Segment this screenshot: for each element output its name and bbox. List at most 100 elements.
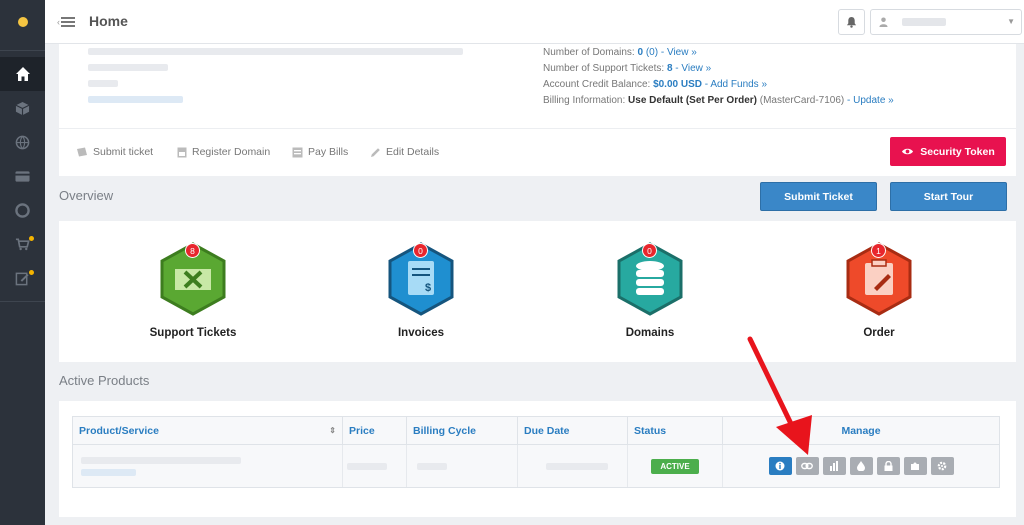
divider — [59, 128, 1016, 129]
order-tile[interactable]: 1 Order — [809, 241, 949, 339]
home-icon — [15, 67, 30, 81]
globe-icon — [15, 135, 30, 149]
droplet-icon — [857, 461, 865, 471]
hamburger-icon — [61, 17, 75, 27]
info-icon — [775, 461, 785, 471]
column-header-due-date[interactable]: Due Date — [518, 417, 628, 444]
topbar: ‹ Home ▼ — [45, 0, 1024, 44]
redacted-text — [88, 80, 118, 87]
gear-icon — [937, 461, 947, 471]
column-header-status[interactable]: Status — [628, 417, 723, 444]
edit-details-link[interactable]: Edit Details — [370, 146, 439, 158]
sidebar-item-billing[interactable] — [0, 159, 45, 193]
submit-ticket-button[interactable]: Submit Ticket — [760, 182, 877, 211]
ticket-icon — [77, 147, 87, 157]
sidebar-item-support[interactable] — [0, 193, 45, 227]
sidebar-item-domains[interactable] — [0, 125, 45, 159]
menu-toggle-button[interactable]: ‹ — [57, 14, 77, 30]
tickets-count-info: Number of Support Tickets: 8 - View » — [543, 63, 712, 74]
add-funds-link[interactable]: - Add Funds » — [705, 79, 767, 90]
stats-button[interactable] — [822, 457, 846, 475]
column-header-product[interactable]: Product/Service ⇕ — [73, 417, 343, 444]
products-table: Product/Service ⇕ Price Billing Cycle Du… — [72, 416, 1000, 488]
lifebuoy-icon — [15, 202, 30, 218]
submit-ticket-link[interactable]: Submit ticket — [76, 146, 153, 158]
billing-cycle-cell — [407, 445, 518, 487]
sidebar-item-services[interactable] — [0, 91, 45, 125]
status-badge: ACTIVE — [651, 458, 699, 474]
redacted-text — [88, 64, 168, 71]
start-tour-button[interactable]: Start Tour — [890, 182, 1007, 211]
active-products-card: Product/Service ⇕ Price Billing Cycle Du… — [59, 401, 1016, 517]
order-count-badge: 1 — [871, 243, 886, 258]
column-header-price[interactable]: Price — [343, 417, 407, 444]
svg-text:$: $ — [425, 282, 431, 294]
tile-label: Invoices — [397, 327, 445, 339]
cube-icon — [15, 101, 30, 115]
register-domain-link[interactable]: Register Domain — [177, 146, 270, 158]
cart-icon — [15, 238, 30, 251]
status-cell: ACTIVE — [628, 445, 723, 487]
redacted-text — [347, 463, 387, 470]
eye-icon — [902, 148, 914, 155]
new-indicator — [29, 270, 34, 275]
lock-icon — [884, 461, 892, 471]
link-icon — [801, 462, 813, 470]
sort-icon: ⇕ — [329, 426, 336, 435]
invoices-count-badge: 0 — [413, 243, 428, 258]
redacted-text — [417, 463, 447, 470]
security-token-button[interactable]: Security Token — [890, 137, 1006, 166]
domains-count-badge: 0 — [642, 243, 657, 258]
domains-tile[interactable]: 0 Domains — [580, 241, 720, 339]
redacted-text — [88, 96, 183, 103]
tile-label: Domains — [625, 327, 675, 339]
credit-balance-info: Account Credit Balance: $0.00 USD - Add … — [543, 79, 768, 90]
notifications-button[interactable] — [838, 9, 865, 35]
sidebar-divider — [0, 50, 45, 51]
sidebar — [0, 0, 45, 525]
sidebar-item-home[interactable] — [0, 57, 45, 91]
logo[interactable] — [0, 0, 45, 44]
username-redacted — [902, 18, 946, 26]
user-icon — [879, 17, 888, 27]
due-date-cell — [518, 445, 628, 487]
update-billing-link[interactable]: - Update » — [847, 95, 894, 106]
bar-chart-icon — [830, 461, 838, 471]
settings-button[interactable] — [930, 457, 954, 475]
redacted-text — [81, 457, 241, 464]
new-indicator — [29, 236, 34, 241]
tickets-count-badge: 8 — [185, 243, 200, 258]
sidebar-item-orders[interactable] — [0, 261, 45, 295]
billing-info: Billing Information: Use Default (Set Pe… — [543, 95, 894, 106]
tile-label: Support Tickets — [149, 327, 237, 339]
addons-button[interactable] — [903, 457, 927, 475]
account-summary-card: Number of Domains: 0 (0) - View » Number… — [59, 44, 1016, 176]
page-title: Home — [89, 13, 128, 29]
table-header: Product/Service ⇕ Price Billing Cycle Du… — [73, 417, 999, 445]
redacted-text — [88, 48, 463, 55]
active-products-heading: Active Products — [59, 373, 150, 388]
puzzle-icon — [911, 462, 919, 470]
support-tickets-tile[interactable]: 8 Support Tickets — [123, 241, 263, 339]
sidebar-item-store[interactable] — [0, 227, 45, 261]
edit-note-icon — [15, 272, 29, 285]
table-row[interactable]: ACTIVE — [73, 445, 999, 487]
view-tickets-link[interactable]: - View » — [675, 63, 711, 74]
resource-button[interactable] — [849, 457, 873, 475]
user-menu-button[interactable]: ▼ — [870, 9, 1022, 35]
chevron-down-icon: ▼ — [1007, 17, 1015, 26]
domains-count-info: Number of Domains: 0 (0) - View » — [543, 47, 697, 58]
invoices-tile[interactable]: $ 0 Invoices — [351, 241, 491, 339]
lock-button[interactable] — [876, 457, 900, 475]
overview-card: 8 Support Tickets $ 0 Invoices 0 Domains — [59, 221, 1016, 362]
view-domains-link[interactable]: - View » — [661, 47, 697, 58]
pencil-icon — [371, 147, 380, 157]
product-cell — [73, 445, 343, 487]
chevron-left-icon: ‹ — [57, 17, 60, 27]
column-header-billing-cycle[interactable]: Billing Cycle — [407, 417, 518, 444]
annotation-arrow — [747, 336, 812, 455]
pay-bills-link[interactable]: Pay Bills — [292, 146, 348, 158]
bill-icon — [292, 147, 303, 157]
price-cell — [343, 445, 407, 487]
redacted-text — [546, 463, 608, 470]
